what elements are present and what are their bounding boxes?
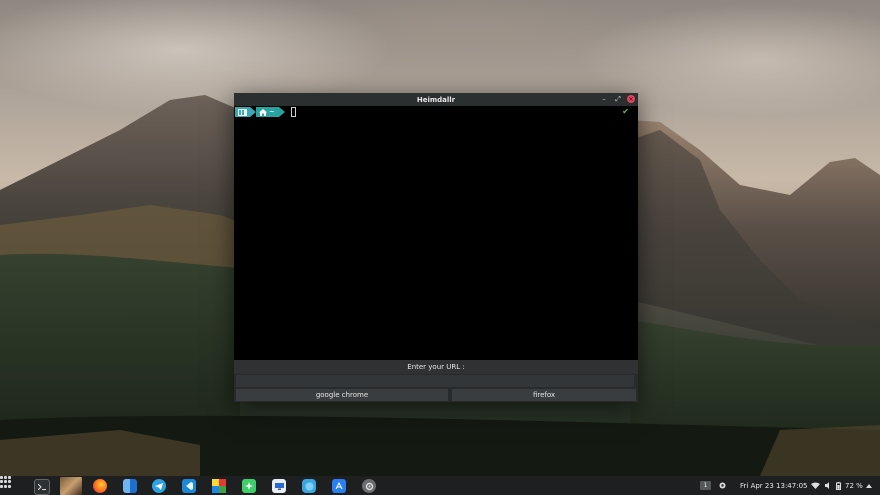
google-chrome-button[interactable]: google chrome: [236, 389, 448, 401]
battery-icon[interactable]: [836, 476, 841, 495]
notification-icon[interactable]: [719, 476, 726, 495]
window-controls: – ⤢ ✕: [599, 94, 635, 104]
globe-icon[interactable]: [302, 479, 316, 493]
url-panel: Enter your URL : google chrome firefox: [234, 360, 638, 402]
terminal-cursor: [290, 107, 296, 117]
tray-expand-icon[interactable]: [866, 476, 872, 495]
terminal-area[interactable]: ~ ✔: [234, 106, 638, 360]
window-title: Heimdallr: [416, 95, 456, 104]
wifi-icon[interactable]: [811, 476, 820, 495]
volume-icon[interactable]: [825, 476, 832, 495]
firefox-icon[interactable]: [93, 479, 107, 493]
shell-prompt: ~: [235, 107, 296, 117]
prompt-separator-end: [278, 107, 285, 117]
finder-icon[interactable]: [123, 479, 137, 493]
appstore-icon[interactable]: [332, 479, 346, 493]
clock[interactable]: Fri Apr 23 13:47:05: [740, 476, 807, 495]
workspace-indicator[interactable]: 1: [700, 481, 711, 490]
terminal-icon[interactable]: [34, 479, 50, 495]
minimize-button[interactable]: –: [599, 94, 609, 104]
color-grid-icon[interactable]: [212, 479, 226, 493]
heimdallr-window: Heimdallr – ⤢ ✕ ~ ✔ Enter your URL : goo…: [234, 93, 638, 402]
folder-icon: [235, 107, 250, 117]
prompt-home-segment: ~: [256, 107, 279, 117]
vscode-icon[interactable]: [182, 479, 196, 493]
monitor-icon[interactable]: [272, 479, 286, 493]
prompt-path: ~: [269, 108, 275, 116]
window-titlebar[interactable]: Heimdallr – ⤢ ✕: [234, 93, 638, 106]
check-icon: ✔: [622, 107, 629, 116]
puzzle-icon[interactable]: [242, 479, 256, 493]
maximize-button[interactable]: ⤢: [613, 94, 623, 104]
telegram-icon[interactable]: [152, 479, 166, 493]
gear-icon[interactable]: [362, 479, 376, 493]
firefox-button[interactable]: firefox: [452, 389, 636, 401]
url-label: Enter your URL :: [234, 360, 638, 374]
battery-level: 72 %: [845, 481, 863, 490]
taskbar: 1 Fri Apr 23 13:47:05 72 %: [0, 476, 880, 495]
close-button[interactable]: ✕: [627, 95, 635, 103]
app-launcher-icon[interactable]: [0, 476, 12, 488]
home-icon: [259, 108, 267, 116]
url-input[interactable]: [236, 375, 634, 387]
picture-icon[interactable]: [60, 477, 82, 495]
